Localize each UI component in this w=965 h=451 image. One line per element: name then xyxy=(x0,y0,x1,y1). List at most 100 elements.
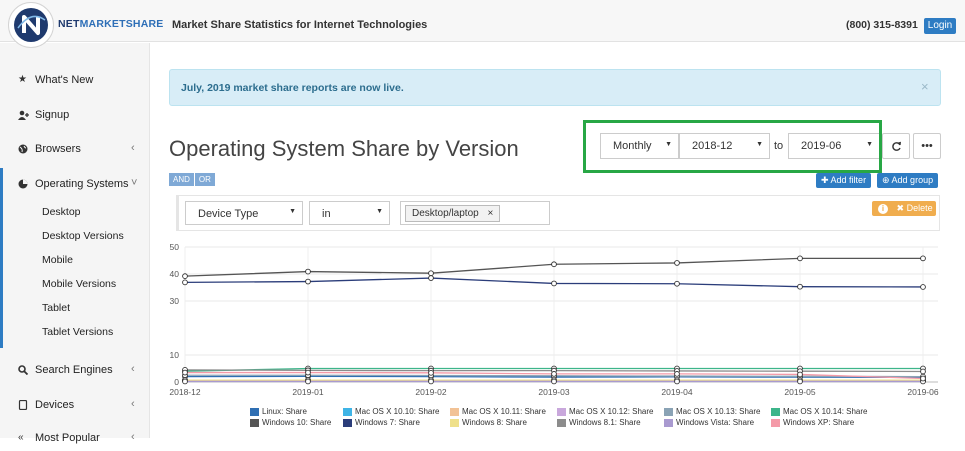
x-tick-label: 2018-12 xyxy=(169,387,200,397)
y-tick-label: 40 xyxy=(170,269,180,279)
legend-label: Windows 8.1: Share xyxy=(569,418,641,427)
legend-swatch xyxy=(250,408,259,416)
chevron-left-icon: ‹ xyxy=(131,363,135,375)
data-point xyxy=(675,261,680,266)
chevron-down-icon: ˅ xyxy=(131,177,137,189)
logo-wordmark[interactable]: NETMARKETSHARE xyxy=(58,18,163,30)
data-point xyxy=(552,281,557,286)
data-point xyxy=(306,279,311,284)
data-point xyxy=(798,284,803,289)
x-tick-label: 2019-06 xyxy=(907,387,938,397)
legend-swatch xyxy=(450,419,459,427)
tag-remove-icon[interactable]: × xyxy=(488,208,494,219)
legend-swatch xyxy=(557,419,566,427)
tablet-icon xyxy=(18,400,28,410)
filter-operator-value: in xyxy=(322,208,331,220)
site-tagline: Market Share Statistics for Internet Tec… xyxy=(172,19,427,31)
sidebar-subitem-tablet[interactable]: Tablet xyxy=(42,302,70,314)
data-point xyxy=(798,256,803,261)
sidebar-item-label: What's New xyxy=(35,74,93,86)
y-tick-label: 50 xyxy=(170,242,180,252)
sidebar-item-most-popular[interactable]: « Most Popular ‹ xyxy=(0,429,150,451)
page-title: Operating System Share by Version xyxy=(169,136,519,162)
legend-swatch xyxy=(771,408,780,416)
sidebar-subitem-mobile-versions[interactable]: Mobile Versions xyxy=(42,278,116,290)
plus-circle-icon: ⊕ xyxy=(882,175,892,185)
sidebar-item-browsers[interactable]: Browsers ‹ xyxy=(0,140,150,162)
legend-swatch xyxy=(664,419,673,427)
sidebar-item-label: Most Popular xyxy=(35,432,100,444)
data-point xyxy=(552,379,557,384)
user-plus-icon xyxy=(18,110,28,120)
netmarketshare-logo[interactable] xyxy=(8,2,54,48)
data-point xyxy=(921,369,926,374)
sidebar-item-whats-new[interactable]: ★ What's New xyxy=(0,71,150,93)
and-button[interactable]: AND xyxy=(169,173,194,186)
x-tick-label: 2019-01 xyxy=(292,387,323,397)
legend-swatch xyxy=(250,419,259,427)
search-icon xyxy=(18,365,28,375)
data-point xyxy=(306,269,311,274)
data-point xyxy=(798,372,803,377)
logo-icon xyxy=(14,8,48,42)
or-button[interactable]: OR xyxy=(195,173,215,186)
data-point xyxy=(429,379,434,384)
sidebar-item-signup[interactable]: Signup xyxy=(0,106,150,128)
sidebar: ★ What's New Signup Browsers ‹ Operating… xyxy=(0,43,150,438)
data-point xyxy=(429,370,434,375)
delete-label: Delete xyxy=(907,203,933,213)
add-group-button[interactable]: ⊕ Add group xyxy=(877,173,938,188)
caret-down-icon: ▼ xyxy=(376,208,383,215)
and-or-toggle: ANDOR xyxy=(169,173,216,187)
more-options-button[interactable]: ••• xyxy=(913,133,941,159)
filter-operator-select[interactable]: in ▼ xyxy=(309,201,390,225)
data-point xyxy=(921,376,926,381)
refresh-button[interactable] xyxy=(882,133,910,159)
add-filter-label: Add filter xyxy=(831,175,867,185)
sidebar-subitem-desktop[interactable]: Desktop xyxy=(42,206,81,218)
phone-number: (800) 315-8391 xyxy=(846,19,918,31)
data-point xyxy=(429,276,434,281)
close-icon[interactable]: × xyxy=(921,79,929,94)
globe-icon xyxy=(18,144,28,154)
login-button[interactable]: Login xyxy=(924,18,956,34)
logo-marketshare: MARKETSHARE xyxy=(80,18,164,30)
data-point xyxy=(429,271,434,276)
filter-field-value: Device Type xyxy=(198,208,258,220)
sidebar-item-search-engines[interactable]: Search Engines ‹ xyxy=(0,361,150,383)
x-tick-label: 2019-03 xyxy=(538,387,569,397)
sidebar-subitem-tablet-versions[interactable]: Tablet Versions xyxy=(42,326,113,338)
sidebar-item-label: Browsers xyxy=(35,143,81,155)
announcement-alert: July, 2019 market share reports are now … xyxy=(169,69,941,106)
y-tick-label: 0 xyxy=(174,377,179,387)
filter-value-tag: Desktop/laptop × xyxy=(405,205,500,222)
sidebar-subitem-mobile[interactable]: Mobile xyxy=(42,254,73,266)
filter-tag-label: Desktop/laptop xyxy=(412,208,479,219)
caret-down-icon: ▼ xyxy=(289,208,296,215)
date-range-highlight xyxy=(583,120,882,173)
data-point xyxy=(921,285,926,290)
legend-label: Mac OS X 10.14: Share xyxy=(783,407,868,416)
chevron-left-icon: ‹ xyxy=(131,142,135,154)
sidebar-item-label: Signup xyxy=(35,109,69,121)
legend-label: Windows XP: Share xyxy=(783,418,854,427)
data-point xyxy=(675,379,680,384)
legend-label: Mac OS X 10.13: Share xyxy=(676,407,761,416)
sidebar-item-label: Operating Systems xyxy=(35,178,129,190)
x-tick-label: 2019-02 xyxy=(415,387,446,397)
chevron-icon: « xyxy=(18,433,28,443)
legend-swatch xyxy=(343,408,352,416)
sidebar-item-devices[interactable]: Devices ‹ xyxy=(0,396,150,418)
sidebar-item-label: Devices xyxy=(35,399,74,411)
legend-label: Mac OS X 10.12: Share xyxy=(569,407,654,416)
legend-label: Mac OS X 10.11: Share xyxy=(462,407,546,416)
delete-filter-button[interactable]: i ✖ Delete xyxy=(872,201,936,216)
filter-value-input[interactable]: Desktop/laptop × xyxy=(400,201,550,225)
y-tick-label: 10 xyxy=(170,350,180,360)
chevron-left-icon: ‹ xyxy=(131,431,135,443)
filter-field-select[interactable]: Device Type ▼ xyxy=(185,201,303,225)
sidebar-item-operating-systems[interactable]: Operating Systems ˅ xyxy=(0,175,150,197)
sidebar-subitem-desktop-versions[interactable]: Desktop Versions xyxy=(42,230,124,242)
data-point xyxy=(306,379,311,384)
add-filter-button[interactable]: ✚ Add filter xyxy=(816,173,871,188)
